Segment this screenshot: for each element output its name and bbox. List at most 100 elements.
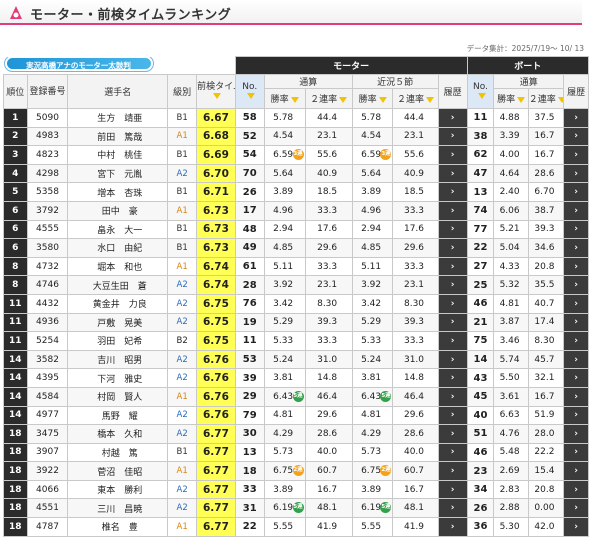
motor-history-button[interactable]: › (437, 498, 468, 519)
table-row: 6 4555 畠永 大一 B1 6.73 48 2.94 17.6 2.94 17.6 › 77 5.2… (3, 219, 589, 240)
class-cell: A2 (167, 275, 198, 295)
boat-history-button[interactable]: › (563, 108, 589, 128)
racer-name-cell: 戸敷 晃美 (67, 312, 169, 333)
recent-rate2-cell: 44.4 (392, 108, 439, 128)
motor-no-header[interactable]: No. (234, 74, 265, 109)
racer-name-cell: 黄金井 力良 (67, 293, 169, 314)
boat-history-button[interactable]: › (563, 498, 589, 519)
table-row: 18 3907 村越 篤 B1 6.77 13 5.73 40.0 5.73 40.0 › 46 5.4… (3, 442, 589, 463)
boat-no-header[interactable]: No. (466, 74, 495, 109)
motor-history-button[interactable]: › (437, 275, 468, 295)
boat-rate2-cell: 0.00 (527, 498, 565, 519)
class-cell: A2 (167, 349, 198, 370)
boat-win-cell: 4.00 (493, 145, 529, 165)
motor-history-button[interactable]: › (437, 442, 468, 463)
reg-number-cell: 3580 (26, 238, 69, 258)
boat-history-button[interactable]: › (563, 219, 589, 240)
boat-history-button[interactable]: › (563, 238, 589, 258)
boat-history-button[interactable]: › (563, 461, 589, 481)
motor-group-header: モーター (234, 56, 468, 75)
motor-history-button[interactable]: › (437, 108, 468, 128)
boat-history-button[interactable]: › (563, 275, 589, 295)
motor-history-button[interactable]: › (437, 517, 468, 537)
recent-rate2-header[interactable]: ２連率 (392, 88, 439, 109)
boat-rate2-header[interactable]: ２連率 (527, 88, 565, 109)
rank-cell: 3 (3, 145, 28, 165)
motor-rate2-header[interactable]: ２連率 (304, 88, 353, 109)
motor-history-button[interactable]: › (437, 238, 468, 258)
boat-rate2-cell: 20.8 (527, 479, 565, 500)
reg-number-cell: 3922 (26, 461, 69, 481)
reg-number-cell: 4983 (26, 126, 69, 147)
motor-banner[interactable]: 実況高橋アナのモーター太鼓判 (3, 56, 154, 72)
streak-badge-icon: 5連 (292, 390, 304, 402)
boat-history-button[interactable]: › (563, 312, 589, 333)
reg-number-cell: 5090 (26, 108, 69, 128)
boat-history-button[interactable]: › (563, 368, 589, 388)
boat-no-cell: 43 (466, 368, 495, 388)
recent-rate2-cell: 60.7 (392, 461, 439, 481)
motor-history-button[interactable]: › (437, 256, 468, 277)
motor-rate2-cell: 60.7 (304, 461, 353, 481)
banner-cell: 実況高橋アナのモーター太鼓判 (3, 56, 236, 75)
motor-history-button[interactable]: › (437, 182, 468, 202)
boat-rate2-cell: 17.4 (527, 312, 565, 333)
boat-history-button[interactable]: › (563, 517, 589, 537)
boat-history-button[interactable]: › (563, 424, 589, 444)
motor-history-button[interactable]: › (437, 424, 468, 444)
motor-history-button[interactable]: › (437, 386, 468, 407)
boat-history-button[interactable]: › (563, 145, 589, 165)
boat-history-button[interactable]: › (563, 256, 589, 277)
boat-no-cell: 62 (466, 145, 495, 165)
motor-history-button[interactable]: › (437, 293, 468, 314)
time-header[interactable]: 前検タイム (196, 74, 236, 109)
motor-history-button[interactable]: › (437, 312, 468, 333)
boat-win-cell: 4.88 (493, 108, 529, 128)
motor-history-button[interactable]: › (437, 331, 468, 351)
rank-cell: 18 (3, 424, 28, 444)
boat-rate2-cell: 32.1 (527, 368, 565, 388)
motor-win-header[interactable]: 勝率 (263, 88, 306, 109)
motor-history-button[interactable]: › (437, 200, 468, 221)
inspection-time-cell: 6.77 (196, 479, 236, 500)
class-cell: A2 (167, 424, 198, 444)
motor-history-button[interactable]: › (437, 349, 468, 370)
reg-number-cell: 4977 (26, 405, 69, 426)
rank-cell: 6 (3, 200, 28, 221)
racer-name-cell: 田中 豪 (67, 200, 169, 221)
boat-history-button[interactable]: › (563, 386, 589, 407)
boat-rate2-cell: 34.6 (527, 238, 565, 258)
boat-history-button[interactable]: › (563, 126, 589, 147)
recent-win-cell: 4.29 (351, 424, 394, 444)
reg-number-cell: 5358 (26, 182, 69, 202)
motor-history-button[interactable]: › (437, 126, 468, 147)
racer-name-cell: 堀本 和也 (67, 256, 169, 277)
boat-win-header[interactable]: 勝率 (493, 88, 529, 109)
motor-history-button[interactable]: › (437, 461, 468, 481)
recent-win-cell: 3.89 (351, 479, 394, 500)
boat-history-button[interactable]: › (563, 349, 589, 370)
motor-history-button[interactable]: › (437, 145, 468, 165)
motor-history-button[interactable]: › (437, 163, 468, 184)
boat-history-button[interactable]: › (563, 163, 589, 184)
page-header: モーター・前検タイムランキング (0, 0, 582, 25)
motor-history-button[interactable]: › (437, 479, 468, 500)
boat-history-button[interactable]: › (563, 331, 589, 351)
rank-cell: 1 (3, 108, 28, 128)
boat-no-cell: 36 (466, 517, 495, 537)
recent-win-header[interactable]: 勝率 (351, 88, 394, 109)
motor-history-button[interactable]: › (437, 405, 468, 426)
boat-history-button[interactable]: › (563, 479, 589, 500)
boat-history-button[interactable]: › (563, 182, 589, 202)
class-cell: A2 (167, 405, 198, 426)
motor-history-button[interactable]: › (437, 368, 468, 388)
motor-history-button[interactable]: › (437, 219, 468, 240)
boat-history-button[interactable]: › (563, 442, 589, 463)
inspection-time-cell: 6.73 (196, 200, 236, 221)
boat-history-button[interactable]: › (563, 405, 589, 426)
boat-history-button[interactable]: › (563, 293, 589, 314)
recent-win-cell: 5.24 (351, 349, 394, 370)
boat-history-button[interactable]: › (563, 200, 589, 221)
recent-win-cell: 5.11 (351, 256, 394, 277)
recent-win-cell: 4.54 (351, 126, 394, 147)
